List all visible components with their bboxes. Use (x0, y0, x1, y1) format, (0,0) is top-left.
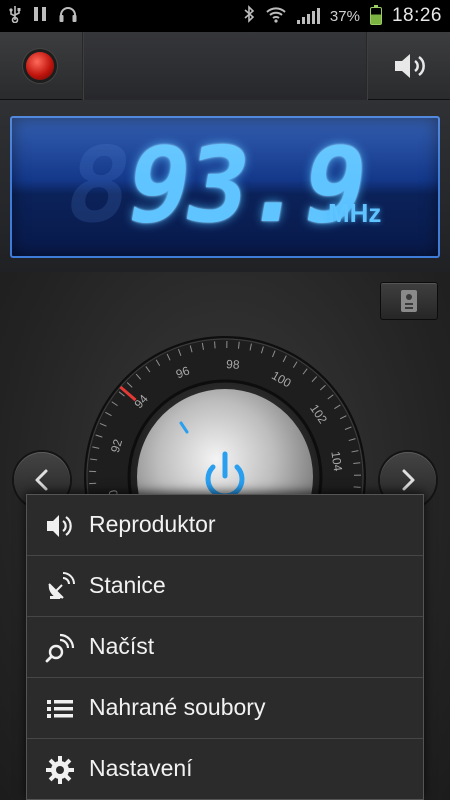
clock-time: 18:26 (391, 5, 442, 26)
menu-item-speaker[interactable]: Reproduktor (27, 495, 423, 556)
frequency-unit: MHz (328, 198, 382, 228)
toolbar-center-panel (84, 32, 366, 100)
record-button[interactable] (26, 52, 54, 80)
dial-tick (214, 341, 216, 349)
status-left (8, 5, 78, 27)
usb-icon (8, 5, 22, 27)
bookmark-icon (401, 290, 417, 312)
top-toolbar (0, 32, 450, 100)
headphones-icon (58, 5, 78, 27)
frequency-display-frame: 8 93.9 MHz (0, 100, 450, 272)
dial-scale-label: 98 (226, 357, 241, 372)
menu-item-label: Nahrané soubory (89, 694, 266, 720)
menu-item-label: Stanice (89, 572, 166, 598)
scan-icon (45, 633, 75, 663)
menu-item-stations[interactable]: Stanice (27, 556, 423, 617)
pause-icon (32, 5, 48, 27)
toolbar-divider-right (366, 32, 368, 100)
list-icon (47, 700, 73, 718)
status-right: 37% 18:26 (243, 5, 442, 27)
wifi-icon (265, 5, 287, 27)
menu-item-label: Nastavení (89, 755, 193, 781)
chevron-right-icon (402, 469, 415, 491)
bluetooth-icon (243, 5, 255, 27)
frequency-display: 8 93.9 MHz (10, 116, 440, 258)
menu-item-label: Načíst (89, 633, 155, 659)
status-bar: 37% 18:26 (0, 0, 450, 32)
menu-item-label: Reproduktor (89, 511, 216, 537)
speaker-icon (47, 515, 72, 537)
favorite-button[interactable] (380, 282, 438, 320)
chevron-left-icon (35, 469, 48, 491)
gear-icon (46, 756, 74, 784)
battery-percent: 37% (329, 7, 360, 25)
satellite-dish-icon (48, 572, 75, 599)
signal-icon (296, 8, 320, 24)
menu-item-settings[interactable]: Nastavení (27, 739, 423, 800)
battery-icon (369, 5, 382, 25)
speaker-icon (395, 54, 425, 78)
options-menu: Reproduktor Stanice Načíst Nahrané soubo… (26, 494, 424, 800)
menu-item-recorded-files[interactable]: Nahrané soubory (27, 678, 423, 739)
menu-item-scan[interactable]: Načíst (27, 617, 423, 678)
dial-scale-label: 104 (328, 450, 345, 472)
speaker-button[interactable] (392, 50, 432, 82)
dial-tick (353, 486, 361, 488)
